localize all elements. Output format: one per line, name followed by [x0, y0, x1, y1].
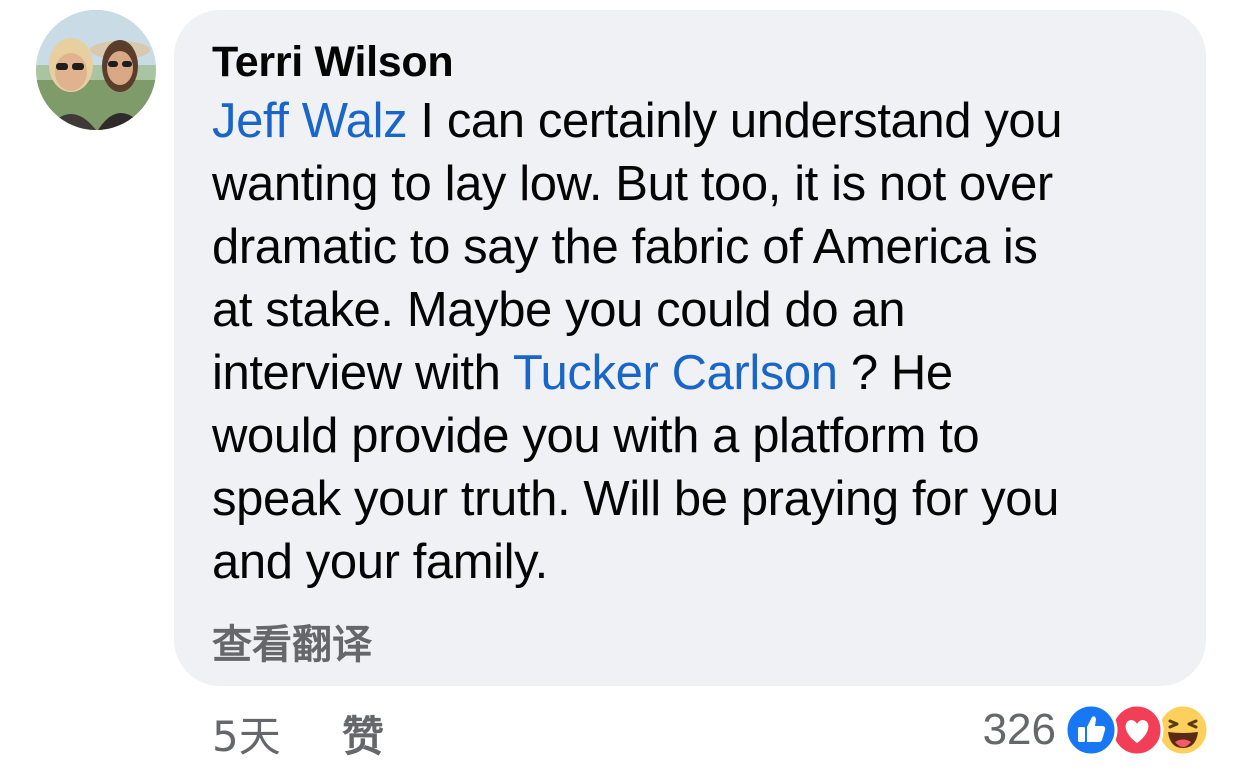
like-icon	[1064, 703, 1118, 757]
comment-text: Jeff Walz I can certainly understand you…	[212, 90, 1202, 594]
comment-line: interview with Tucker Carlson ? He	[212, 342, 1202, 405]
comment-text-segment: wanting to lay low. But too, it is not o…	[212, 157, 1053, 211]
avatar[interactable]	[36, 10, 156, 130]
comment-text-segment: at stake. Maybe you could do an	[212, 283, 906, 337]
comment-line: and your family.	[212, 531, 1202, 594]
reactions-summary[interactable]: 326	[983, 702, 1210, 758]
comment-line: Jeff Walz I can certainly understand you	[212, 90, 1202, 153]
comment-text-segment: would provide you with a platform to	[212, 409, 980, 463]
comment-line: dramatic to say the fabric of America is	[212, 216, 1202, 279]
comment-line: wanting to lay low. But too, it is not o…	[212, 153, 1202, 216]
reaction-count: 326	[982, 705, 1056, 754]
comment-text-segment: dramatic to say the fabric of America is	[212, 220, 1038, 274]
comment-line: at stake. Maybe you could do an	[212, 279, 1202, 342]
mention-link[interactable]: Jeff Walz	[212, 94, 408, 148]
like-button[interactable]: 赞	[342, 703, 384, 764]
mention-link[interactable]: Tucker Carlson	[513, 346, 838, 400]
comment-author-name[interactable]: Terri Wilson	[212, 38, 454, 87]
comment-text-segment: ? He	[837, 346, 953, 400]
comment-text-segment: and your family.	[212, 535, 548, 589]
haha-icon	[1156, 703, 1210, 757]
avatar-photo	[36, 10, 156, 130]
comment-line: speak your truth. Will be praying for yo…	[212, 468, 1202, 531]
reaction-icons	[1064, 703, 1210, 757]
comment-line: would provide you with a platform to	[212, 405, 1202, 468]
comment-text-segment: interview with	[212, 346, 513, 400]
comment-text-segment: I can certainly understand you	[407, 94, 1063, 148]
comment-text-segment: speak your truth. Will be praying for yo…	[212, 472, 1059, 526]
comment-timestamp[interactable]: 5天	[212, 703, 281, 764]
see-translation-link[interactable]: 查看翻译	[212, 612, 372, 670]
love-icon	[1110, 703, 1164, 757]
